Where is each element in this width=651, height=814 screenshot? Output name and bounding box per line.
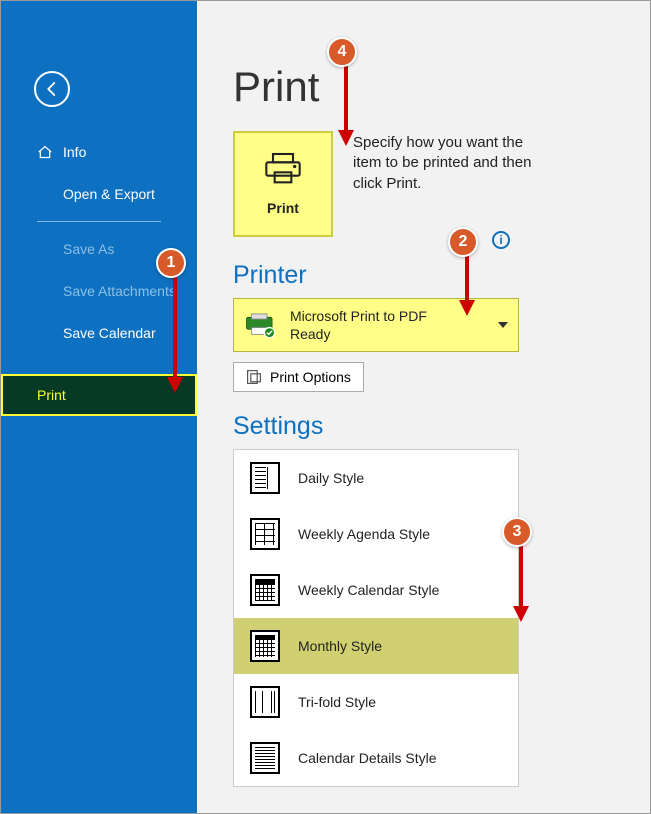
sidebar-label-save-as: Save As [63,241,114,257]
settings-section-title: Settings [233,412,614,441]
callout-arrow-1 [161,277,191,395]
weekly-calendar-style-icon [250,574,280,606]
printer-name: Microsoft Print to PDF [290,307,427,325]
style-label: Weekly Calendar Style [298,582,439,598]
callout-badge-4: 4 [327,37,357,67]
chevron-down-icon [498,322,508,328]
printer-status-icon [244,312,278,338]
style-item-weekly-calendar[interactable]: Weekly Calendar Style [234,562,518,618]
style-label: Weekly Agenda Style [298,526,430,542]
callout-badge-1: 1 [156,248,186,278]
main-panel: Print Print Specify how you want the ite… [197,1,650,813]
back-button[interactable] [34,71,70,107]
style-label: Daily Style [298,470,364,486]
sidebar-label-save-attachments: Save Attachments [63,283,176,299]
print-button-tile[interactable]: Print [233,131,333,237]
weekly-agenda-style-icon [250,518,280,550]
back-arrow-icon [43,80,61,98]
printer-icon [263,152,303,186]
style-item-daily[interactable]: Daily Style [234,450,518,506]
calendar-details-style-icon [250,742,280,774]
home-icon [37,145,53,159]
callout-arrow-4 [332,66,362,148]
print-options-label: Print Options [270,369,351,385]
trifold-style-icon [250,686,280,718]
sidebar-label-print: Print [37,387,66,403]
style-item-trifold[interactable]: Tri-fold Style [234,674,518,730]
callout-arrow-2 [453,256,483,318]
printer-status: Ready [290,325,427,343]
printer-section-title: Printer [233,261,614,290]
callout-badge-3: 3 [502,517,532,547]
sidebar-label-info: Info [63,144,86,160]
sidebar-item-open-export[interactable]: Open & Export [1,173,197,215]
settings-style-list: Daily Style Weekly Agenda Style Weekly C… [233,449,519,787]
printer-info-icon[interactable]: i [492,231,510,249]
sidebar-label-open-export: Open & Export [63,186,155,202]
sidebar-label-save-calendar: Save Calendar [63,325,156,341]
callout-arrow-3 [507,546,537,624]
print-description: Specify how you want the item to be prin… [353,133,543,194]
monthly-style-icon [250,630,280,662]
style-item-weekly-agenda[interactable]: Weekly Agenda Style [234,506,518,562]
callout-badge-2: 2 [448,227,478,257]
sidebar-item-info[interactable]: Info [1,131,197,173]
style-label: Monthly Style [298,638,382,654]
daily-style-icon [250,462,280,494]
backstage-sidebar: Info Open & Export Save As Save Attachme… [1,1,197,813]
style-label: Tri-fold Style [298,694,376,710]
print-options-icon [246,369,262,385]
print-tile-label: Print [267,200,299,216]
style-item-monthly[interactable]: Monthly Style [234,618,518,674]
style-item-calendar-details[interactable]: Calendar Details Style [234,730,518,786]
print-options-button[interactable]: Print Options [233,362,364,392]
sidebar-separator [37,221,161,222]
style-label: Calendar Details Style [298,750,437,766]
page-title: Print [233,63,614,111]
